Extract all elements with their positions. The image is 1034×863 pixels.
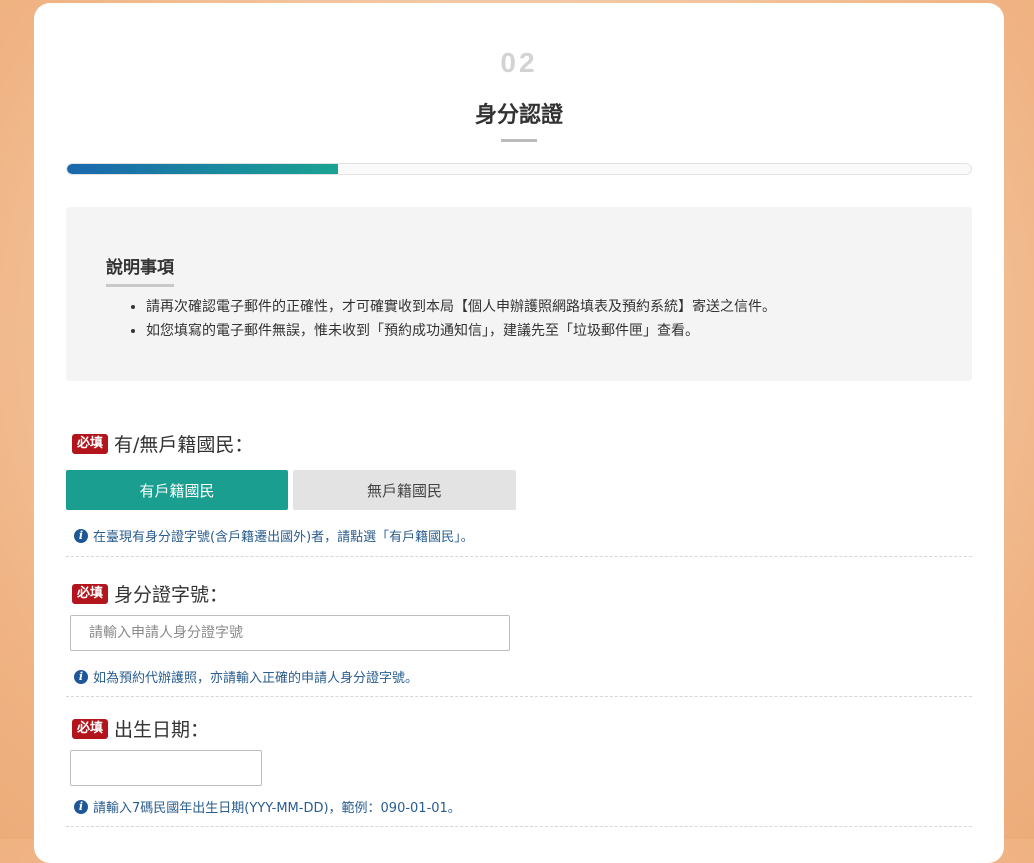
divider: [66, 826, 972, 827]
id-number-hint: i 如為預約代辦護照，亦請輸入正確的申請人身分證字號。: [74, 667, 418, 686]
id-number-hint-text: 如為預約代辦護照，亦請輸入正確的申請人身分證字號。: [93, 671, 419, 686]
progress-bar: [66, 163, 972, 175]
birth-label-row: 必填 出生日期：: [72, 715, 209, 742]
notice-box: 說明事項 請再次確認電子郵件的正確性，才可確實收到本局【個人申辦護照網路填表及預…: [66, 207, 972, 381]
notice-title: 說明事項: [106, 253, 174, 287]
birth-date-label: 出生日期：: [114, 719, 210, 741]
form-card: 02 身分認證 說明事項 請再次確認電子郵件的正確性，才可確實收到本局【個人申辦…: [34, 3, 1004, 863]
id-number-label: 身分證字號：: [114, 584, 229, 606]
notice-item: 請再次確認電子郵件的正確性，才可確實收到本局【個人申辦護照網路填表及預約系統】寄…: [146, 295, 966, 319]
id-label-row: 必填 身分證字號：: [72, 580, 228, 607]
notice-list: 請再次確認電子郵件的正確性，才可確實收到本局【個人申辦護照網路填表及預約系統】寄…: [106, 295, 966, 343]
without-household-button[interactable]: 無戶籍國民: [293, 470, 516, 510]
divider: [66, 556, 972, 557]
required-badge: 必填: [72, 583, 109, 604]
household-hint-text: 在臺現有身分證字號(含戶籍遷出國外)者，請點選「有戶籍國民」。: [93, 530, 474, 545]
id-number-input[interactable]: [70, 615, 510, 651]
info-icon: i: [74, 799, 88, 814]
with-household-button[interactable]: 有戶籍國民: [66, 470, 288, 510]
step-title: 身分認證: [474, 103, 563, 128]
info-icon: i: [74, 669, 88, 684]
birth-date-hint: i 請輸入7碼民國年出生日期(YYY-MM-DD)，範例：090-01-01。: [74, 797, 461, 816]
household-label-row: 必填 有/無戶籍國民：: [72, 430, 253, 457]
household-label: 有/無戶籍國民：: [114, 434, 254, 456]
required-badge: 必填: [72, 718, 109, 739]
notice-item: 如您填寫的電子郵件無誤，惟未收到「預約成功通知信」，建議先至「垃圾郵件匣」查看。: [146, 319, 966, 343]
divider: [66, 696, 972, 697]
title-underline: [501, 139, 537, 142]
info-icon: i: [74, 528, 88, 543]
birth-date-input[interactable]: [70, 750, 262, 786]
household-hint: i 在臺現有身分證字號(含戶籍遷出國外)者，請點選「有戶籍國民」。: [74, 526, 474, 545]
birth-date-hint-text: 請輸入7碼民國年出生日期(YYY-MM-DD)，範例：090-01-01。: [93, 801, 461, 816]
step-number: 02: [500, 47, 538, 78]
required-badge: 必填: [72, 433, 109, 454]
progress-fill: [67, 164, 339, 174]
